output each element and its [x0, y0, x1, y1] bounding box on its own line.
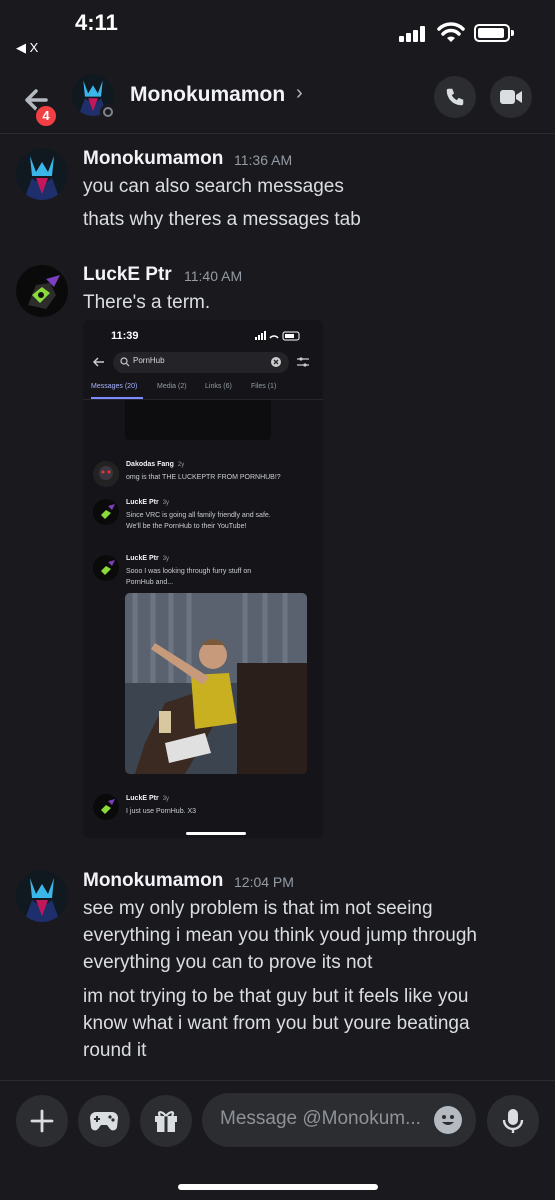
embed-result-author: LuckE Ptr 3y [126, 795, 170, 802]
message-text: everything i mean you think youd jump th… [83, 925, 477, 946]
search-icon [120, 357, 130, 367]
message-composer: Message @Monokum... [0, 1080, 555, 1200]
embed-avatar [93, 794, 119, 820]
voice-message-button[interactable] [487, 1095, 539, 1147]
back-to-app-link[interactable]: ◀ X [16, 40, 38, 56]
activities-button[interactable] [78, 1095, 130, 1147]
gift-icon [155, 1111, 177, 1132]
message-timestamp: 11:36 AM [234, 152, 293, 168]
embed-result-text: Sooo I was looking through furry stuff o… [126, 568, 252, 575]
embed-tab-messages: Messages (20) [91, 383, 138, 390]
message-input-placeholder: Message @Monokum... [220, 1108, 421, 1129]
embed-avatar [93, 555, 119, 581]
embed-result-text: omg is that THE LUCKEPTR FROM PORNHUB!? [126, 474, 281, 481]
embed-previous-media [125, 400, 271, 440]
message-text: There's a term. [83, 292, 211, 313]
plus-icon [30, 1109, 54, 1133]
video-call-button[interactable] [490, 76, 532, 118]
message-text: thats why theres a messages tab [83, 209, 361, 230]
clock: 4:11 [75, 10, 118, 35]
unread-badge: 4 [34, 104, 58, 128]
embed-avatar [93, 461, 119, 487]
embed-result-author: LuckE Ptr 3y [126, 499, 170, 506]
meme-photo [125, 593, 307, 774]
embed-clock: 11:39 [111, 330, 139, 342]
message-input[interactable]: Message @Monokum... [202, 1093, 476, 1147]
cellular-signal-icon [399, 26, 427, 42]
message-text: see my only problem is that im not seein… [83, 898, 433, 919]
embed-status-icons [255, 331, 300, 341]
dm-header: 4 Monokumamon › [0, 62, 555, 134]
image-attachment[interactable]: 11:39 PornHub Messages (20) Media (2) Li… [83, 320, 323, 838]
message-text: everything you can to prove its not [83, 952, 373, 973]
embed-home-indicator [186, 832, 246, 835]
embed-result-text: PornHub and... [126, 579, 174, 586]
embed-tab-files: Files (1) [251, 383, 277, 390]
status-bar: 4:11 ◀ X [0, 0, 555, 62]
message-author[interactable]: LuckE Ptr [83, 264, 172, 286]
home-indicator [178, 1184, 378, 1190]
embed-result-text: I just use PornHub. X3 [126, 808, 197, 815]
message-author[interactable]: Monokumamon [83, 148, 223, 170]
add-attachment-button[interactable] [16, 1095, 68, 1147]
microphone-icon [502, 1109, 524, 1133]
voice-call-button[interactable] [434, 76, 476, 118]
offline-status-icon [100, 104, 116, 120]
phone-icon [446, 88, 464, 106]
smile-icon [442, 1115, 454, 1125]
embed-result-author: Dakodas Fang 2y [126, 461, 185, 468]
message-timestamp: 12:04 PM [234, 874, 294, 890]
message-text: round it [83, 1040, 147, 1061]
message-text: know what i want from you but youre beat… [83, 1013, 470, 1034]
embed-search-bar: PornHub [113, 352, 289, 373]
emoji-button[interactable] [434, 1106, 462, 1134]
avatar[interactable] [16, 148, 68, 200]
chevron-right-icon[interactable]: › [296, 82, 303, 105]
message-author[interactable]: Monokumamon [83, 870, 223, 892]
avatar[interactable] [16, 265, 68, 317]
gamepad-icon [90, 1112, 118, 1131]
message-timestamp: 11:40 AM [184, 268, 243, 284]
video-camera-icon [500, 90, 522, 104]
embed-result-text: We'll be the PornHub to their YouTube! [126, 523, 247, 530]
clear-icon [271, 357, 281, 367]
wifi-icon [437, 22, 465, 42]
filter-icon [297, 357, 309, 367]
battery-icon [474, 24, 514, 42]
embed-tab-media: Media (2) [157, 383, 187, 390]
embed-back-arrow-icon [92, 357, 104, 367]
message-text: you can also search messages [83, 176, 344, 197]
embed-tab-links: Links (6) [205, 383, 232, 390]
embed-avatar [93, 499, 119, 525]
gift-button[interactable] [140, 1095, 192, 1147]
message-text: im not trying to be that guy but it feel… [83, 986, 469, 1007]
embed-search-query: PornHub [133, 356, 165, 365]
contact-name[interactable]: Monokumamon [130, 83, 285, 107]
embed-result-author: LuckE Ptr 3y [126, 555, 170, 562]
avatar[interactable] [16, 870, 68, 922]
embed-result-text: Since VRC is going all family friendly a… [126, 512, 271, 519]
